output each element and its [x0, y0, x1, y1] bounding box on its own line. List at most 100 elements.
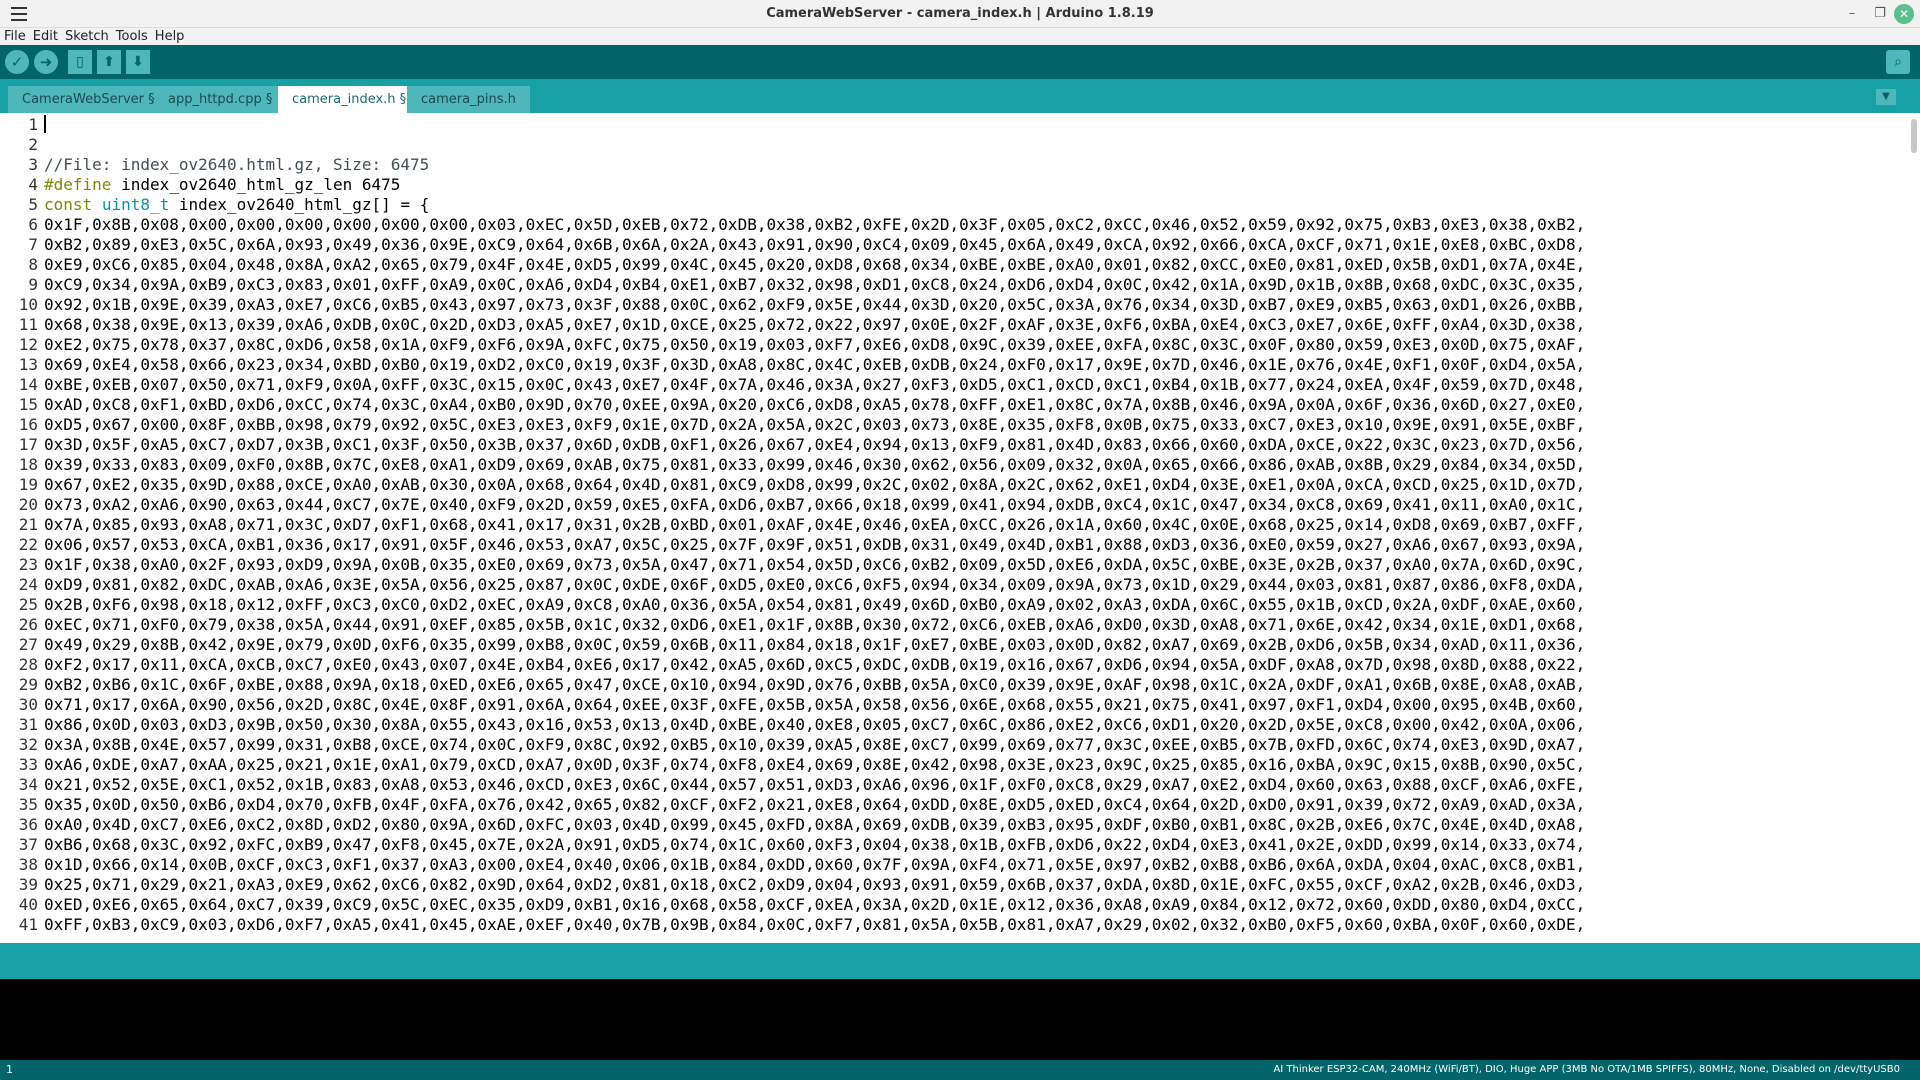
- code-line: 0x3D,0x5F,0xA5,0xC7,0xD7,0x3B,0xC1,0x3F,…: [44, 435, 1586, 454]
- line-number: 13: [18, 355, 38, 374]
- tab-menu-chevron-down-icon[interactable]: ▼: [1876, 89, 1896, 105]
- code-line: 0x21,0x52,0x5E,0xC1,0x52,0x1B,0x83,0xA8,…: [44, 775, 1586, 794]
- line-number: 8: [28, 255, 38, 274]
- save-button[interactable]: ⬇: [126, 50, 150, 74]
- menu-bar: File Edit Sketch Tools Help: [0, 28, 1920, 45]
- line-number: 32: [18, 735, 38, 754]
- code-line: 0x92,0x1B,0x9E,0x39,0xA3,0xE7,0xC6,0xB5,…: [44, 295, 1586, 314]
- line-number: 37: [18, 835, 38, 854]
- line-number: 6: [28, 215, 38, 234]
- code-line: 0x1F,0x8B,0x08,0x00,0x00,0x00,0x00,0x00,…: [44, 215, 1586, 234]
- code-area[interactable]: //File: index_ov2640.html.gz, Size: 6475…: [44, 113, 1904, 943]
- line-number: 3: [28, 155, 38, 174]
- code-line: 0x25,0x71,0x29,0x21,0xA3,0xE9,0x62,0xC6,…: [44, 875, 1586, 894]
- tab-camera-pins[interactable]: camera_pins.h: [407, 86, 530, 113]
- line-number: 29: [18, 675, 38, 694]
- code-line: 0x3A,0x8B,0x4E,0x57,0x99,0x31,0xB8,0xCE,…: [44, 735, 1586, 754]
- code-line: 0x86,0x0D,0x03,0xD3,0x9B,0x50,0x30,0x8A,…: [44, 715, 1586, 734]
- code-editor[interactable]: 1 2 3 4 5 6 7 8 9 10 11 12 13 14 15 16 17 18 19 20 21 22 23 24 2…: [0, 113, 1920, 943]
- verify-button[interactable]: ✓: [5, 50, 29, 74]
- line-number: 16: [18, 415, 38, 434]
- close-icon[interactable]: ✕: [1894, 4, 1914, 24]
- new-file-icon: ▯: [76, 54, 84, 70]
- tab-camera-index[interactable]: camera_index.h §: [278, 86, 421, 113]
- line-number: 33: [18, 755, 38, 774]
- line-number: 30: [18, 695, 38, 714]
- line-number: 28: [18, 655, 38, 674]
- code-line: 0xBE,0xEB,0x07,0x50,0x71,0xF9,0x0A,0xFF,…: [44, 375, 1586, 394]
- menu-tools[interactable]: Tools: [116, 29, 148, 44]
- line-number: 27: [18, 635, 38, 654]
- arrow-down-icon: ⬇: [132, 54, 144, 70]
- line-number: 9: [28, 275, 38, 294]
- line-number-indicator: 1: [6, 1063, 13, 1076]
- menu-edit[interactable]: Edit: [33, 29, 58, 44]
- code-line: 0xF2,0x17,0x11,0xCA,0xCB,0xC7,0xE0,0x43,…: [44, 655, 1586, 674]
- code-line: 0x35,0x0D,0x50,0xB6,0xD4,0x70,0xFB,0x4F,…: [44, 795, 1586, 814]
- code-line: 0x2B,0xF6,0x98,0x18,0x12,0xFF,0xC3,0xC0,…: [44, 595, 1586, 614]
- line-number: 1: [28, 115, 38, 134]
- line-number: 36: [18, 815, 38, 834]
- tab-camerawebserver[interactable]: CameraWebServer §: [8, 86, 169, 113]
- line-number: 34: [18, 775, 38, 794]
- line-number: 40: [18, 895, 38, 914]
- line-number: 24: [18, 575, 38, 594]
- code-line: 0x68,0x38,0x9E,0x13,0x39,0xA6,0xDB,0x0C,…: [44, 315, 1586, 334]
- code-line: 0x71,0x17,0x6A,0x90,0x56,0x2D,0x8C,0x4E,…: [44, 695, 1586, 714]
- code-line: 0xC9,0x34,0x9A,0xB9,0xC3,0x83,0x01,0xFF,…: [44, 275, 1586, 294]
- board-info: AI Thinker ESP32-CAM, 240MHz (WiFi/BT), …: [1273, 1064, 1900, 1075]
- open-button[interactable]: ⬆: [97, 50, 121, 74]
- console-output[interactable]: [0, 979, 1920, 1060]
- code-line: 0xAD,0xC8,0xF1,0xBD,0xD6,0xCC,0x74,0x3C,…: [44, 395, 1586, 414]
- arrow-right-icon: ➜: [39, 53, 53, 71]
- line-number: 17: [18, 435, 38, 454]
- line-number: 10: [18, 295, 38, 314]
- code-line: 0x06,0x57,0x53,0xCA,0xB1,0x36,0x17,0x91,…: [44, 535, 1586, 554]
- upload-button[interactable]: ➜: [34, 50, 58, 74]
- code-line: 0xD5,0x67,0x00,0x8F,0xBB,0x98,0x79,0x92,…: [44, 415, 1586, 434]
- code-line: //File: index_ov2640.html.gz, Size: 6475: [44, 155, 430, 174]
- scrollbar-thumb[interactable]: [1911, 119, 1917, 153]
- code-line: 0xA6,0xDE,0xA7,0xAA,0x25,0x21,0x1E,0xA1,…: [44, 755, 1586, 774]
- code-line: 0x67,0xE2,0x35,0x9D,0x88,0xCE,0xA0,0xAB,…: [44, 475, 1586, 494]
- minimize-icon[interactable]: –: [1842, 4, 1862, 24]
- line-number: 22: [18, 535, 38, 554]
- line-number: 23: [18, 555, 38, 574]
- text-caret: [44, 115, 46, 133]
- code-line: 0x7A,0x85,0x93,0xA8,0x71,0x3C,0xD7,0xF1,…: [44, 515, 1586, 534]
- vertical-scrollbar[interactable]: [1910, 115, 1918, 941]
- code-line: 0xB6,0x68,0x3C,0x92,0xFC,0xB9,0x47,0xF8,…: [44, 835, 1586, 854]
- menu-sketch[interactable]: Sketch: [65, 29, 109, 44]
- line-number: 18: [18, 455, 38, 474]
- status-bar: 1 AI Thinker ESP32-CAM, 240MHz (WiFi/BT)…: [0, 1060, 1920, 1080]
- maximize-icon[interactable]: ❐: [1870, 4, 1890, 24]
- line-number: 26: [18, 615, 38, 634]
- line-number: 2: [28, 135, 38, 154]
- menu-file[interactable]: File: [4, 29, 26, 44]
- code-line: 0xFF,0xB3,0xC9,0x03,0xD6,0xF7,0xA5,0x41,…: [44, 915, 1586, 934]
- line-number: 39: [18, 875, 38, 894]
- code-line: 0x39,0x33,0x83,0x09,0xF0,0x8B,0x7C,0xE8,…: [44, 455, 1586, 474]
- code-line: #define index_ov2640_html_gz_len 6475: [44, 175, 401, 194]
- code-line: 0xD9,0x81,0x82,0xDC,0xAB,0xA6,0x3E,0x5A,…: [44, 575, 1586, 594]
- menu-help[interactable]: Help: [155, 29, 185, 44]
- message-bar: [0, 943, 1920, 979]
- tab-bar: CameraWebServer § app_httpd.cpp § camera…: [0, 79, 1920, 113]
- code-line: const uint8_t index_ov2640_html_gz[] = {: [44, 195, 430, 214]
- line-number: 19: [18, 475, 38, 494]
- line-number: 41: [18, 915, 38, 934]
- code-line: 0xE9,0xC6,0x85,0x04,0x48,0x8A,0xA2,0x65,…: [44, 255, 1586, 274]
- code-line: 0x1D,0x66,0x14,0x0B,0xCF,0xC3,0xF1,0x37,…: [44, 855, 1586, 874]
- tab-app-httpd[interactable]: app_httpd.cpp §: [154, 86, 287, 113]
- magnifier-icon: ⌕: [1894, 54, 1902, 70]
- code-line: 0x1F,0x38,0xA0,0x2F,0x93,0xD9,0x9A,0x0B,…: [44, 555, 1586, 574]
- line-number: 11: [18, 315, 38, 334]
- serial-monitor-button[interactable]: ⌕: [1886, 50, 1910, 74]
- code-line: 0xB2,0x89,0xE3,0x5C,0x6A,0x93,0x49,0x36,…: [44, 235, 1586, 254]
- code-line: 0x73,0xA2,0xA6,0x90,0x63,0x44,0xC7,0x7E,…: [44, 495, 1586, 514]
- new-button[interactable]: ▯: [68, 50, 92, 74]
- code-line: 0xA0,0x4D,0xC7,0xE6,0xC2,0x8D,0xD2,0x80,…: [44, 815, 1586, 834]
- title-bar: CameraWebServer - camera_index.h | Ardui…: [0, 0, 1920, 28]
- code-line: 0xED,0xE6,0x65,0x64,0xC7,0x39,0xC9,0x5C,…: [44, 895, 1586, 914]
- line-number: 20: [18, 495, 38, 514]
